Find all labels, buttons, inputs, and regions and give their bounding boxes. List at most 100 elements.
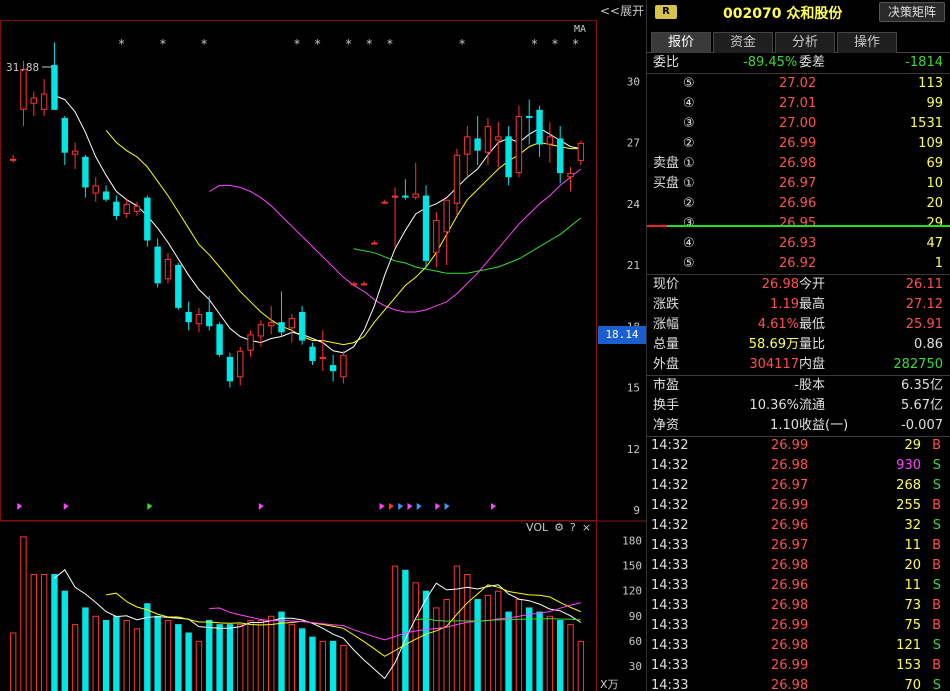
candle-body <box>226 356 234 382</box>
buy-order-row[interactable]: ② 26.96 20 <box>647 194 950 214</box>
tick-volume: 11 <box>904 578 921 593</box>
tick-row[interactable]: 14:33 26.98 121 S <box>647 636 950 656</box>
help-icon[interactable]: ? <box>570 521 576 534</box>
kline-chart-svg[interactable]: 302724211815129180150120906030**********… <box>0 0 646 691</box>
candle-body <box>340 354 347 378</box>
tick-row[interactable]: 14:33 26.98 73 B <box>647 596 950 616</box>
tab-funds[interactable]: 资金 <box>713 32 773 53</box>
buy-order-row[interactable]: ⑤ 26.92 1 <box>647 254 950 274</box>
close-icon[interactable]: × <box>582 521 591 534</box>
tick-list[interactable]: 14:32 26.99 29 B 14:32 26.98 930 S 14:32 26.97 268… <box>647 436 950 691</box>
sell-order-row[interactable]: ③ 27.00 1531 <box>647 114 950 134</box>
price-axis-label: 27 <box>627 137 640 150</box>
tick-row[interactable]: 14:32 26.97 268 S <box>647 476 950 496</box>
order-level: ② <box>683 136 695 151</box>
tick-row[interactable]: 14:33 26.98 70 S <box>647 676 950 691</box>
kline-chart-area[interactable]: 302724211815129180150120906030**********… <box>0 0 646 691</box>
candle-body <box>288 318 296 329</box>
tick-row[interactable]: 14:33 26.99 75 B <box>647 616 950 636</box>
stat-label: 外盘 <box>653 357 680 372</box>
candle-body <box>51 64 58 110</box>
sell-order-row[interactable]: ⑤ 27.02 113 <box>647 74 950 94</box>
r-badge[interactable]: R <box>655 5 677 19</box>
order-book: 委比 -89.45% 委差 -1814 ⑤ 27.02 113 ④ 27.01 99 ③ 27… <box>647 53 950 437</box>
candle-body <box>443 199 450 233</box>
expand-panel-button[interactable]: <<展开 <box>600 2 644 19</box>
volume-bar <box>319 640 327 691</box>
tick-row[interactable]: 14:33 26.99 153 B <box>647 656 950 676</box>
tick-side: S <box>932 638 941 653</box>
volume-bar <box>247 619 254 691</box>
tick-time: 14:32 <box>651 498 689 513</box>
candle-body <box>577 142 585 161</box>
volume-bar <box>267 615 275 691</box>
volume-bar <box>195 640 203 691</box>
volume-bar <box>309 636 316 691</box>
high-price-annotation: 31.88 <box>6 61 39 74</box>
tick-volume: 32 <box>904 518 921 533</box>
stock-title: 002070 众和股份 <box>723 6 843 22</box>
event-flag-marker <box>388 503 394 510</box>
tab-analysis[interactable]: 分析 <box>775 32 835 53</box>
tick-row[interactable]: 14:32 26.99 255 B <box>647 496 950 516</box>
stat-value: 26.11 <box>905 277 943 292</box>
volume-bar <box>123 619 130 691</box>
candle-body <box>195 314 203 325</box>
stat-value: 58.69万 <box>748 337 799 352</box>
stat-row: 现价 26.98 今开 26.11 <box>647 275 950 295</box>
gear-icon[interactable]: ⚙ <box>554 521 564 534</box>
tick-time: 14:33 <box>651 538 689 553</box>
tick-row[interactable]: 14:32 26.98 930 S <box>647 456 950 476</box>
candle-body <box>381 201 388 204</box>
candle-body <box>309 346 316 361</box>
candle-body <box>495 136 502 141</box>
buy-order-row[interactable]: 买盘 ① 26.97 10 <box>647 174 950 194</box>
tick-volume: 930 <box>896 458 921 473</box>
buy-order-row[interactable]: ④ 26.93 47 <box>647 234 950 254</box>
sell-order-row[interactable]: ④ 27.01 99 <box>647 94 950 114</box>
volume-bar <box>9 632 17 691</box>
tick-row[interactable]: 14:32 26.99 29 B <box>647 436 950 456</box>
buy-order-row[interactable]: ③ 26.95 29 <box>647 214 950 234</box>
tick-row[interactable]: 14:32 26.96 32 S <box>647 516 950 536</box>
sell-order-row[interactable]: 卖盘 ① 26.98 69 <box>647 154 950 174</box>
stat-value: 25.91 <box>905 317 943 332</box>
tab-operation[interactable]: 操作 <box>837 32 897 53</box>
tick-volume: 255 <box>896 498 921 513</box>
event-flag-marker <box>444 503 450 510</box>
tab-quote[interactable]: 报价 <box>651 32 711 53</box>
decision-matrix-button[interactable]: 决策矩阵 <box>879 2 945 22</box>
candle-body <box>175 265 182 308</box>
volume-axis-label: 180 <box>622 535 642 548</box>
info-star-marker: * <box>459 37 465 51</box>
stat-label: 最低 <box>799 317 826 332</box>
volume-bar <box>82 607 89 691</box>
volume-bar <box>556 619 564 691</box>
order-price: 27.01 <box>779 96 817 111</box>
stat-value: 27.12 <box>905 297 943 312</box>
volume-indicator-label[interactable]: VOL <box>526 521 548 534</box>
ma-indicator-label[interactable]: MA <box>574 24 586 35</box>
order-level: ② <box>683 196 695 211</box>
volume-bar <box>51 573 58 691</box>
event-flag-marker <box>398 503 404 510</box>
tick-row[interactable]: 14:33 26.97 11 B <box>647 536 950 556</box>
candle-body <box>391 195 399 198</box>
order-volume: 109 <box>918 136 943 151</box>
buy-orders: 买盘 ① 26.97 10 ② 26.96 20 ③ 26.95 29 ④ 26.93 47 ⑤ 26.92… <box>647 174 950 274</box>
info-star-marker: * <box>531 37 537 51</box>
stat-label: 市盈 <box>653 378 680 393</box>
candle-body <box>464 136 471 155</box>
tick-row[interactable]: 14:33 26.96 11 S <box>647 576 950 596</box>
stat-label: 流通 <box>799 398 826 413</box>
tick-row[interactable]: 14:33 26.98 20 B <box>647 556 950 576</box>
tick-side: S <box>932 518 941 533</box>
info-star-marker: * <box>160 37 166 51</box>
price-axis-label: 12 <box>627 443 640 456</box>
candle-body <box>412 193 419 198</box>
sell-order-row[interactable]: ② 26.99 109 <box>647 134 950 154</box>
volume-bar <box>154 615 161 691</box>
event-flag-marker <box>379 503 385 510</box>
candle-body <box>247 334 254 351</box>
stat-label: 收益(一) <box>799 418 849 433</box>
